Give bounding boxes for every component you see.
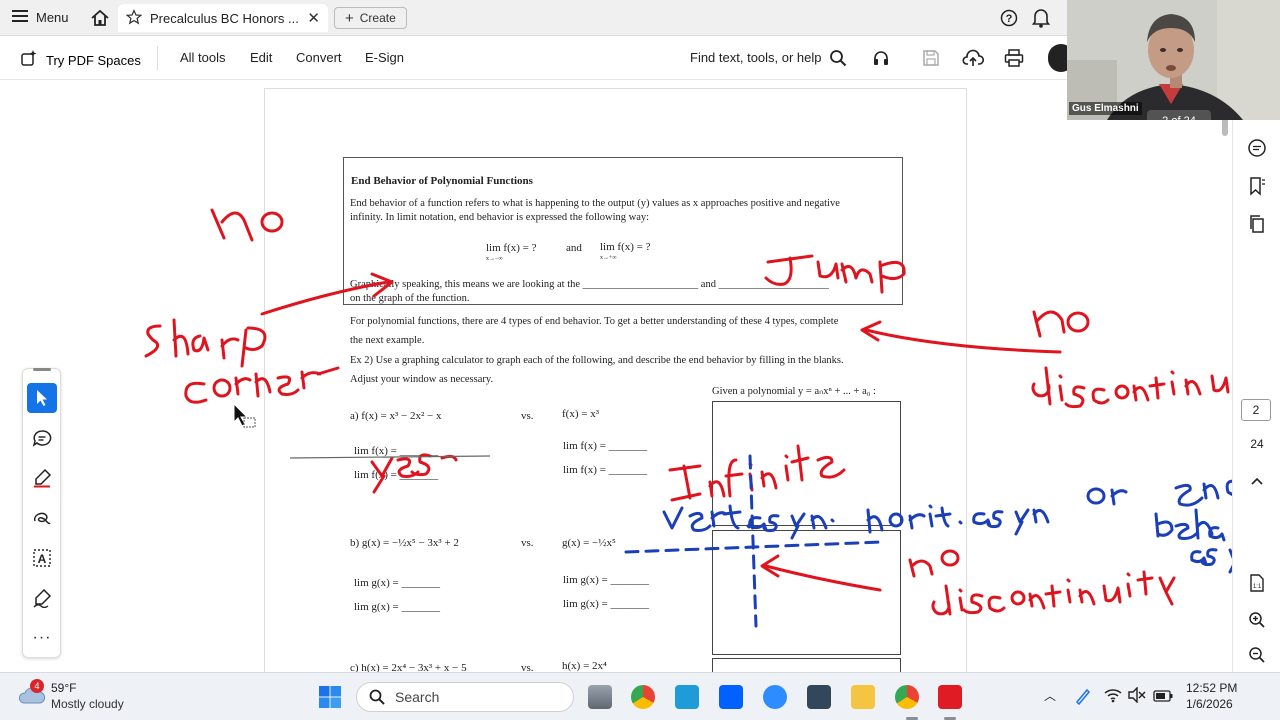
vertical-scrollbar-thumb[interactable] bbox=[1222, 118, 1228, 136]
menu-button[interactable]: Menu bbox=[12, 9, 69, 26]
draw-tool-button[interactable] bbox=[27, 503, 57, 533]
previous-page-icon[interactable] bbox=[1245, 469, 1269, 493]
save-icon[interactable] bbox=[922, 49, 940, 72]
fill-sign-icon bbox=[33, 588, 52, 608]
cursor-icon bbox=[37, 390, 47, 406]
clock-time[interactable]: 12:52 PM bbox=[1186, 681, 1237, 695]
create-label: Create bbox=[359, 11, 396, 25]
page-number-input[interactable]: 2 bbox=[1241, 399, 1271, 421]
search-icon[interactable] bbox=[829, 49, 847, 72]
palette-drag-handle[interactable] bbox=[33, 368, 51, 371]
create-button[interactable]: + Create bbox=[334, 7, 407, 29]
acrobat-icon[interactable] bbox=[938, 685, 962, 709]
bookmark-panel-icon[interactable] bbox=[1245, 174, 1269, 198]
highlight-tool-button[interactable] bbox=[27, 463, 57, 493]
headphones-icon[interactable] bbox=[872, 49, 890, 72]
monitor-app-icon[interactable] bbox=[675, 685, 699, 709]
select-tool-button[interactable] bbox=[27, 383, 57, 413]
task-view-icon[interactable] bbox=[588, 685, 612, 709]
print-icon[interactable] bbox=[1004, 49, 1024, 72]
participant-name-label: Gus Elmashni bbox=[1069, 102, 1142, 115]
svg-text:?: ? bbox=[1006, 13, 1013, 25]
sign-tool-button[interactable] bbox=[27, 583, 57, 613]
weather-alert-badge: 4 bbox=[30, 679, 44, 693]
zoom-icon[interactable] bbox=[763, 685, 787, 709]
upload-cloud-icon[interactable] bbox=[962, 48, 985, 73]
weather-description: Mostly cloudy bbox=[51, 697, 124, 711]
speaker-muted-icon[interactable] bbox=[1128, 686, 1146, 708]
page-counter-badge: 2 of 24 bbox=[1147, 110, 1211, 120]
pdf-page[interactable] bbox=[264, 88, 967, 688]
home-icon[interactable] bbox=[90, 8, 110, 28]
fit-page-icon[interactable]: 1:1 bbox=[1245, 571, 1269, 595]
comment-icon bbox=[32, 430, 52, 447]
weather-widget[interactable]: 4 bbox=[18, 679, 46, 712]
find-search-field[interactable]: Find text, tools, or help bbox=[690, 50, 822, 65]
taskbar-search[interactable]: Search bbox=[356, 682, 574, 712]
windows-start-icon[interactable] bbox=[318, 685, 342, 714]
edit-tab[interactable]: Edit bbox=[250, 50, 272, 65]
hamburger-icon bbox=[12, 9, 28, 26]
spaces-icon bbox=[20, 49, 38, 72]
clock-date[interactable]: 1/6/2026 bbox=[1186, 697, 1233, 711]
pen-input-icon[interactable] bbox=[1074, 687, 1092, 710]
convert-tab[interactable]: Convert bbox=[296, 50, 342, 65]
page-total-label: 24 bbox=[1250, 437, 1264, 451]
windows-taskbar: 4 59°F Mostly cloudy Search ︿ 12:52 PM 1… bbox=[0, 672, 1280, 720]
chrome-profile-icon[interactable] bbox=[895, 685, 919, 709]
highlighter-icon bbox=[34, 468, 52, 488]
page-thumbnails-icon[interactable] bbox=[1245, 212, 1269, 236]
battery-icon[interactable] bbox=[1153, 689, 1173, 707]
comment-panel-icon[interactable] bbox=[1245, 136, 1269, 160]
svg-text:1:1: 1:1 bbox=[1253, 584, 1262, 590]
try-pdf-spaces-label: Try PDF Spaces bbox=[46, 53, 141, 68]
help-icon[interactable]: ? bbox=[1000, 9, 1018, 32]
try-pdf-spaces-button[interactable]: Try PDF Spaces bbox=[20, 49, 141, 72]
tab-title: Precalculus BC Honors ... bbox=[150, 10, 299, 26]
search-icon bbox=[369, 689, 385, 705]
chevron-up-icon[interactable]: ︿ bbox=[1044, 687, 1056, 704]
charts-app-icon[interactable] bbox=[807, 685, 831, 709]
star-icon[interactable] bbox=[125, 8, 143, 28]
freehand-draw-icon bbox=[33, 512, 51, 525]
document-viewport[interactable] bbox=[0, 81, 1232, 688]
wifi-icon[interactable] bbox=[1104, 687, 1122, 708]
search-label: Search bbox=[395, 689, 440, 705]
close-tab-icon[interactable]: ✕ bbox=[307, 9, 320, 27]
notification-bell-icon[interactable] bbox=[1031, 8, 1051, 33]
weather-temperature: 59°F bbox=[51, 681, 77, 695]
toolbar-divider bbox=[157, 46, 158, 70]
svg-text:A: A bbox=[38, 552, 47, 566]
annotation-tool-palette: A ··· bbox=[22, 368, 61, 658]
menu-label: Menu bbox=[36, 10, 69, 25]
right-side-rail: 2 24 1:1 bbox=[1232, 81, 1280, 672]
plus-icon: + bbox=[345, 9, 354, 27]
document-tab[interactable]: Precalculus BC Honors ... ✕ bbox=[118, 4, 328, 32]
zoom-in-icon[interactable] bbox=[1245, 608, 1269, 632]
text-select-tool-button[interactable]: A bbox=[27, 543, 57, 573]
comment-tool-button[interactable] bbox=[27, 423, 57, 453]
file-explorer-icon[interactable] bbox=[851, 685, 875, 709]
zoom-out-icon[interactable] bbox=[1245, 643, 1269, 667]
webcam-video-overlay: Gus Elmashni 2 of 24 bbox=[1067, 0, 1280, 120]
more-tools-icon[interactable]: ··· bbox=[27, 623, 57, 653]
chrome-icon[interactable] bbox=[631, 685, 655, 709]
text-box-icon: A bbox=[33, 549, 51, 567]
all-tools-tab[interactable]: All tools bbox=[180, 50, 226, 65]
dropbox-icon[interactable] bbox=[719, 685, 743, 709]
esign-tab[interactable]: E-Sign bbox=[365, 50, 404, 65]
